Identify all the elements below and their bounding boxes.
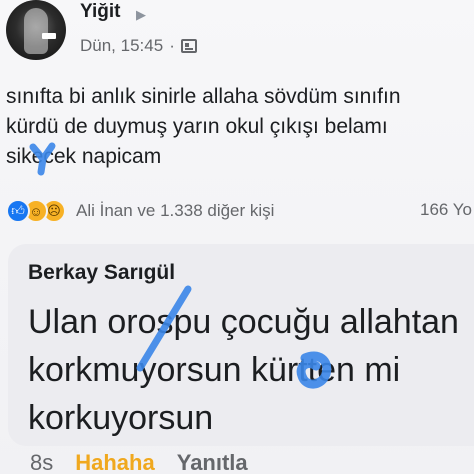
friends-icon[interactable]	[180, 39, 197, 53]
post-text-line: sınıfta bi anlık sinirle allaha sövdüm s…	[6, 85, 401, 108]
avatar-badge	[42, 33, 56, 39]
avatar-photo	[24, 8, 48, 54]
haha-reaction-button[interactable]: Hahaha	[75, 450, 154, 474]
post-meta: Dün, 15:45 ·	[80, 36, 197, 56]
reaction-summary[interactable]: Ali İnan ve 1.338 diğer kişi	[76, 201, 274, 221]
post-timestamp[interactable]: Dün, 15:45	[80, 36, 163, 56]
post-text-line: kürdü de duymuş yarın okul çıkışı belamı	[6, 115, 388, 138]
facebook-post-screenshot: Yiğit ▶ Dün, 15:45 · sınıfta bi anlık si…	[0, 0, 474, 474]
like-icon: 👍︎	[6, 199, 30, 223]
post-body: sınıfta bi anlık sinirle allaha sövdüm s…	[6, 82, 474, 172]
post-text-line: sikecek napicam	[6, 145, 162, 168]
comment-author-name[interactable]: Berkay Sarıgül	[28, 261, 175, 285]
reply-button[interactable]: Yanıtla	[177, 450, 248, 474]
share-arrow-icon: ▶	[136, 7, 146, 22]
author-avatar[interactable]	[6, 0, 66, 60]
comment-text-line: korkuyorsun	[28, 399, 214, 437]
comment-body: Ulan orospu çocuğu allahtan korkmuyorsun…	[28, 298, 474, 442]
comment-actions: 8s Hahaha Yanıtla	[30, 450, 248, 474]
comment-text-line: korkmuyorsun kürtten mi	[28, 351, 401, 389]
reaction-icons: 👍︎ ☺ ☹	[6, 199, 66, 223]
meta-separator: ·	[169, 36, 175, 55]
comment-count[interactable]: 166 Yo	[420, 200, 472, 220]
comment-text-line: Ulan orospu çocuğu allahtan	[28, 303, 459, 341]
reactions-bar[interactable]: 👍︎ ☺ ☹ Ali İnan ve 1.338 diğer kişi	[6, 196, 474, 226]
post-author-name[interactable]: Yiğit	[80, 1, 120, 23]
comment-timestamp[interactable]: 8s	[30, 450, 53, 474]
